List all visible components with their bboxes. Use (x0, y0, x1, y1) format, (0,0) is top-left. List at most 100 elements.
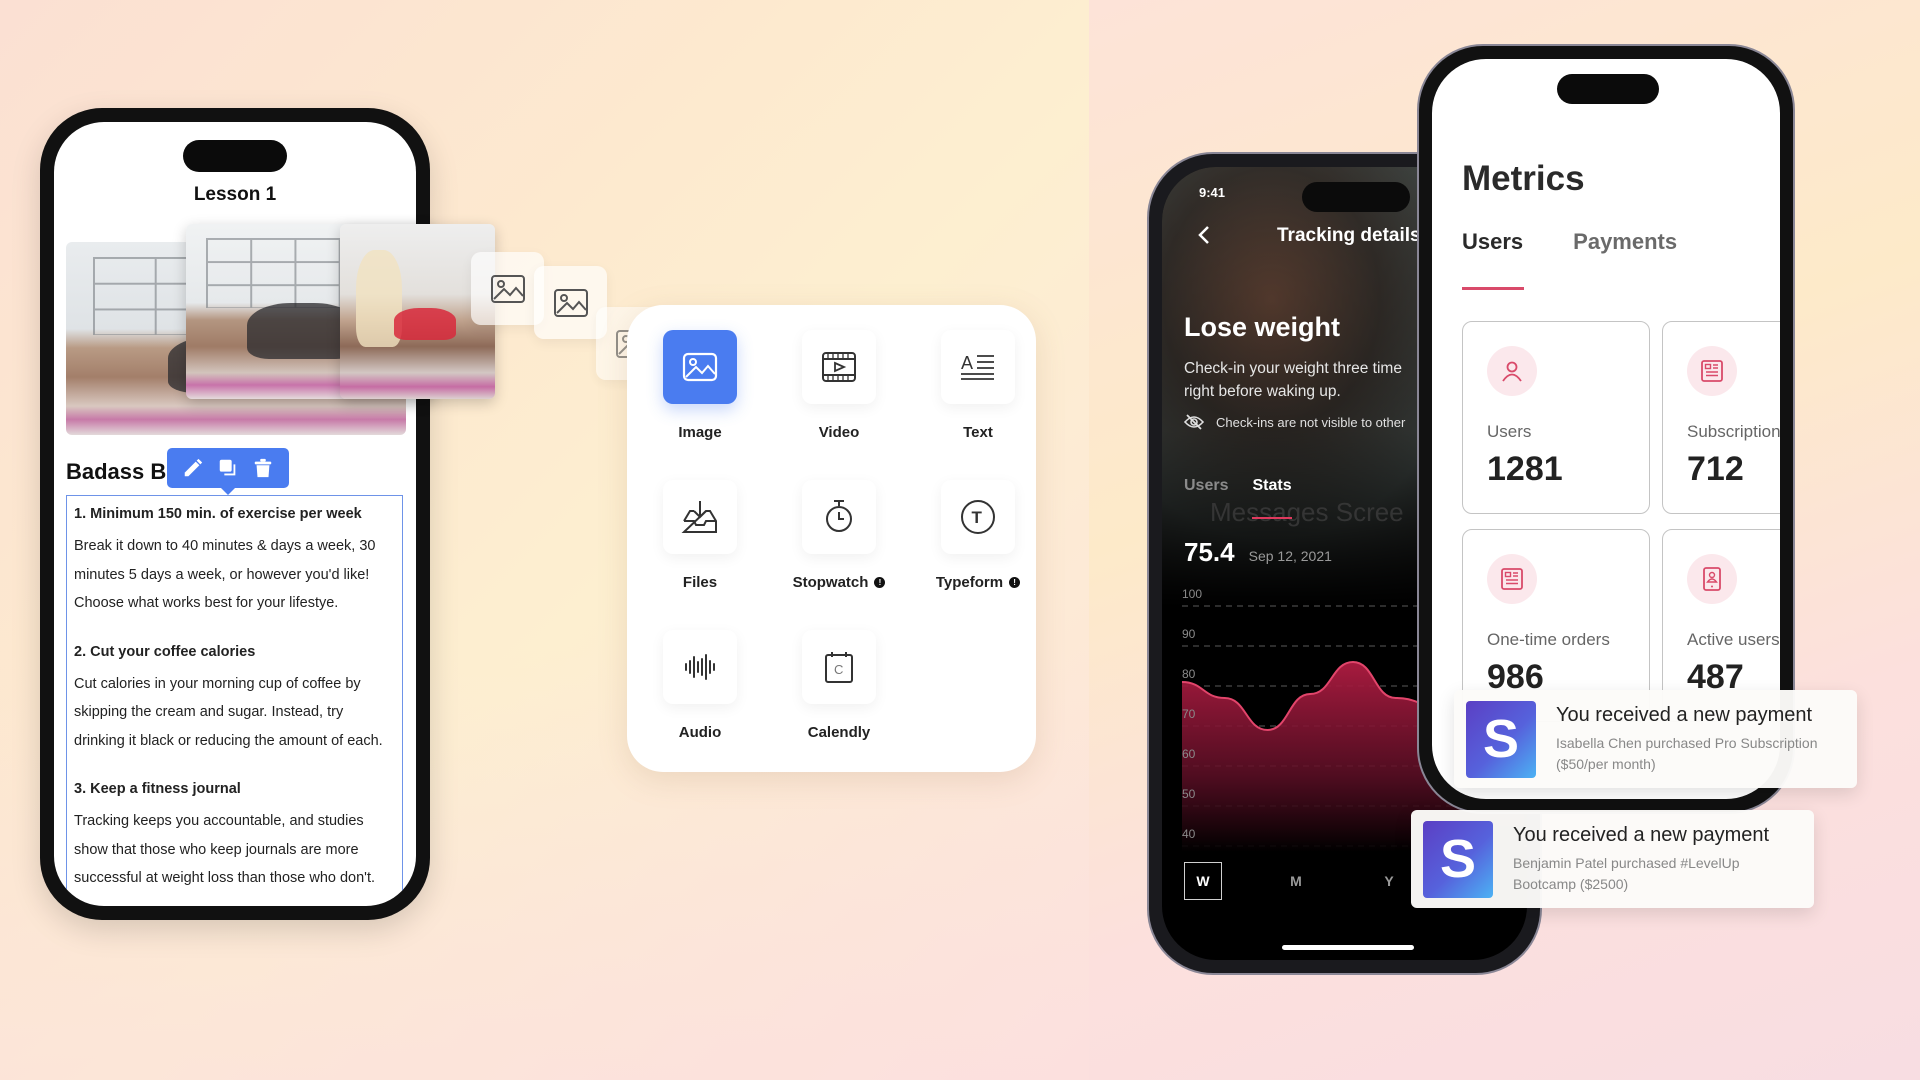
tab-users[interactable]: Users (1462, 229, 1525, 290)
metrics-tabs: Users Payments (1462, 229, 1677, 290)
block-label-text: Files (682, 574, 718, 591)
content-heading: 2. Cut your coffee calories (74, 643, 256, 660)
block-option-files[interactable]: Files (630, 480, 770, 591)
chevron-left-icon (1198, 226, 1209, 244)
text-block-selected[interactable]: 1. Minimum 150 min. of exercise per week… (66, 495, 403, 906)
section-title[interactable]: Badass Bu (66, 459, 180, 485)
photo-figure-red-top (394, 308, 457, 340)
pencil-icon (184, 458, 202, 477)
block-label-text: Text (963, 424, 993, 441)
lesson-title: Lesson 1 (193, 184, 277, 205)
block-tile: C (802, 630, 876, 704)
calendar-icon: C (825, 652, 853, 683)
metric-icon-badge (1487, 554, 1537, 604)
latest-reading: 75.4 Sep 12, 2021 (1184, 537, 1332, 568)
content-heading: 3. Keep a fitness journal (74, 781, 241, 797)
content-item-2: 2. Cut your coffee calories Cut calories… (74, 644, 395, 756)
svg-text:T: T (972, 508, 983, 527)
metric-icon-badge (1687, 346, 1737, 396)
block-tile: A (941, 330, 1015, 404)
edit-button[interactable] (178, 453, 208, 483)
privacy-note-text: Check-ins are not visible to other (1216, 414, 1406, 430)
user-icon (1502, 361, 1522, 382)
content-body: Tracking keeps you accountable, and stud… (74, 813, 375, 886)
block-option-image[interactable]: Image (630, 330, 770, 441)
mobile-user-icon (1703, 567, 1721, 591)
notification-body: Benjamin Patel purchased #LevelUp Bootca… (1513, 853, 1769, 895)
block-label-text: Video (818, 424, 860, 441)
ghost-overlay-text: Messages Scree (1210, 497, 1404, 527)
status-time: 9:41 (1199, 185, 1226, 200)
reading-value: 75.4 (1184, 537, 1235, 567)
metric-value: 1281 (1487, 450, 1563, 488)
block-option-calendly[interactable]: C Calendly (769, 630, 909, 741)
notification-content: You received a new payment Isabella Chen… (1556, 704, 1818, 775)
metric-icon-badge (1487, 346, 1537, 396)
text-icon: A (961, 353, 994, 380)
content-body: Break it down to 40 minutes & days a wee… (74, 538, 376, 611)
notification-title: You received a new payment (1556, 703, 1813, 726)
period-year[interactable]: Y (1370, 862, 1408, 900)
metrics-screen: Metrics Users Payments Users 1281 Subscr… (1432, 59, 1780, 799)
y-tick-label: 70 (1182, 707, 1196, 721)
block-label-text: Audio (678, 724, 722, 741)
notification-content: You received a new payment Benjamin Pate… (1513, 824, 1769, 895)
tracking-tabs: Users Stats (1184, 477, 1292, 495)
y-tick-label: 100 (1182, 587, 1202, 601)
info-icon[interactable]: ! (874, 577, 886, 588)
delete-button[interactable] (248, 453, 278, 483)
image-icon (490, 274, 525, 303)
block-option-typeform[interactable]: T Typeform! (908, 480, 1048, 591)
copy-icon (219, 459, 236, 476)
content-item-1: 1. Minimum 150 min. of exercise per week… (74, 506, 395, 618)
block-option-stopwatch[interactable]: Stopwatch! (769, 480, 909, 591)
notification-body: Isabella Chen purchased Pro Subscription… (1556, 733, 1818, 775)
period-week[interactable]: W (1184, 862, 1222, 900)
tab-payments[interactable]: Payments (1573, 229, 1677, 255)
back-button[interactable] (1197, 225, 1211, 251)
photo-window-detail (205, 238, 341, 308)
block-option-audio[interactable]: Audio (630, 630, 770, 741)
period-month[interactable]: M (1277, 862, 1315, 900)
metric-label: Subscriptions (1687, 422, 1780, 441)
block-option-text[interactable]: A Text (908, 330, 1048, 441)
block-tile: T (941, 480, 1015, 554)
tab-underline (1252, 517, 1292, 519)
svg-text:A: A (961, 353, 973, 373)
block-option-video[interactable]: Video (769, 330, 909, 441)
y-tick-label: 40 (1182, 827, 1196, 841)
content-body: Cut calories in your morning cup of coff… (74, 675, 383, 749)
notification-title: You received a new payment (1513, 823, 1770, 846)
block-label: Typeform! (908, 574, 1048, 591)
metric-icon-badge (1687, 554, 1737, 604)
eye-off-icon (1184, 414, 1204, 430)
info-icon[interactable]: ! (1009, 577, 1021, 588)
block-label: Calendly (769, 724, 909, 741)
dynamic-island (183, 140, 287, 172)
notification-body-line: Bootcamp ($2500) (1513, 875, 1629, 892)
trash-icon (255, 458, 272, 478)
duplicate-button[interactable] (213, 453, 243, 483)
block-tile (663, 630, 737, 704)
payment-notification[interactable]: S You received a new payment Isabella Ch… (1454, 690, 1857, 788)
block-edit-toolbar (167, 448, 289, 495)
document-icon (1501, 568, 1523, 590)
payment-notification[interactable]: S You received a new payment Benjamin Pa… (1411, 810, 1814, 908)
metric-value: 712 (1687, 450, 1744, 488)
tab-users[interactable]: Users (1184, 477, 1228, 495)
stopwatch-icon (826, 500, 852, 532)
goal-title: Lose weight (1184, 312, 1341, 342)
block-label: Video (769, 424, 909, 441)
tab-stats[interactable]: Stats (1252, 477, 1291, 495)
metrics-title: Metrics (1462, 159, 1585, 198)
image-icon (553, 288, 588, 317)
block-label: Stopwatch! (769, 574, 909, 591)
privacy-note: Check-ins are not visible to other (1184, 414, 1405, 430)
dynamic-island (1302, 182, 1410, 212)
block-label-text: Image (678, 424, 722, 441)
metric-card-users[interactable]: Users 1281 (1462, 321, 1650, 514)
block-label: Image (630, 424, 770, 441)
metric-card-subscriptions[interactable]: Subscriptions 712 (1662, 321, 1780, 514)
y-tick-label: 90 (1182, 627, 1196, 641)
y-tick-label: 60 (1182, 747, 1196, 761)
